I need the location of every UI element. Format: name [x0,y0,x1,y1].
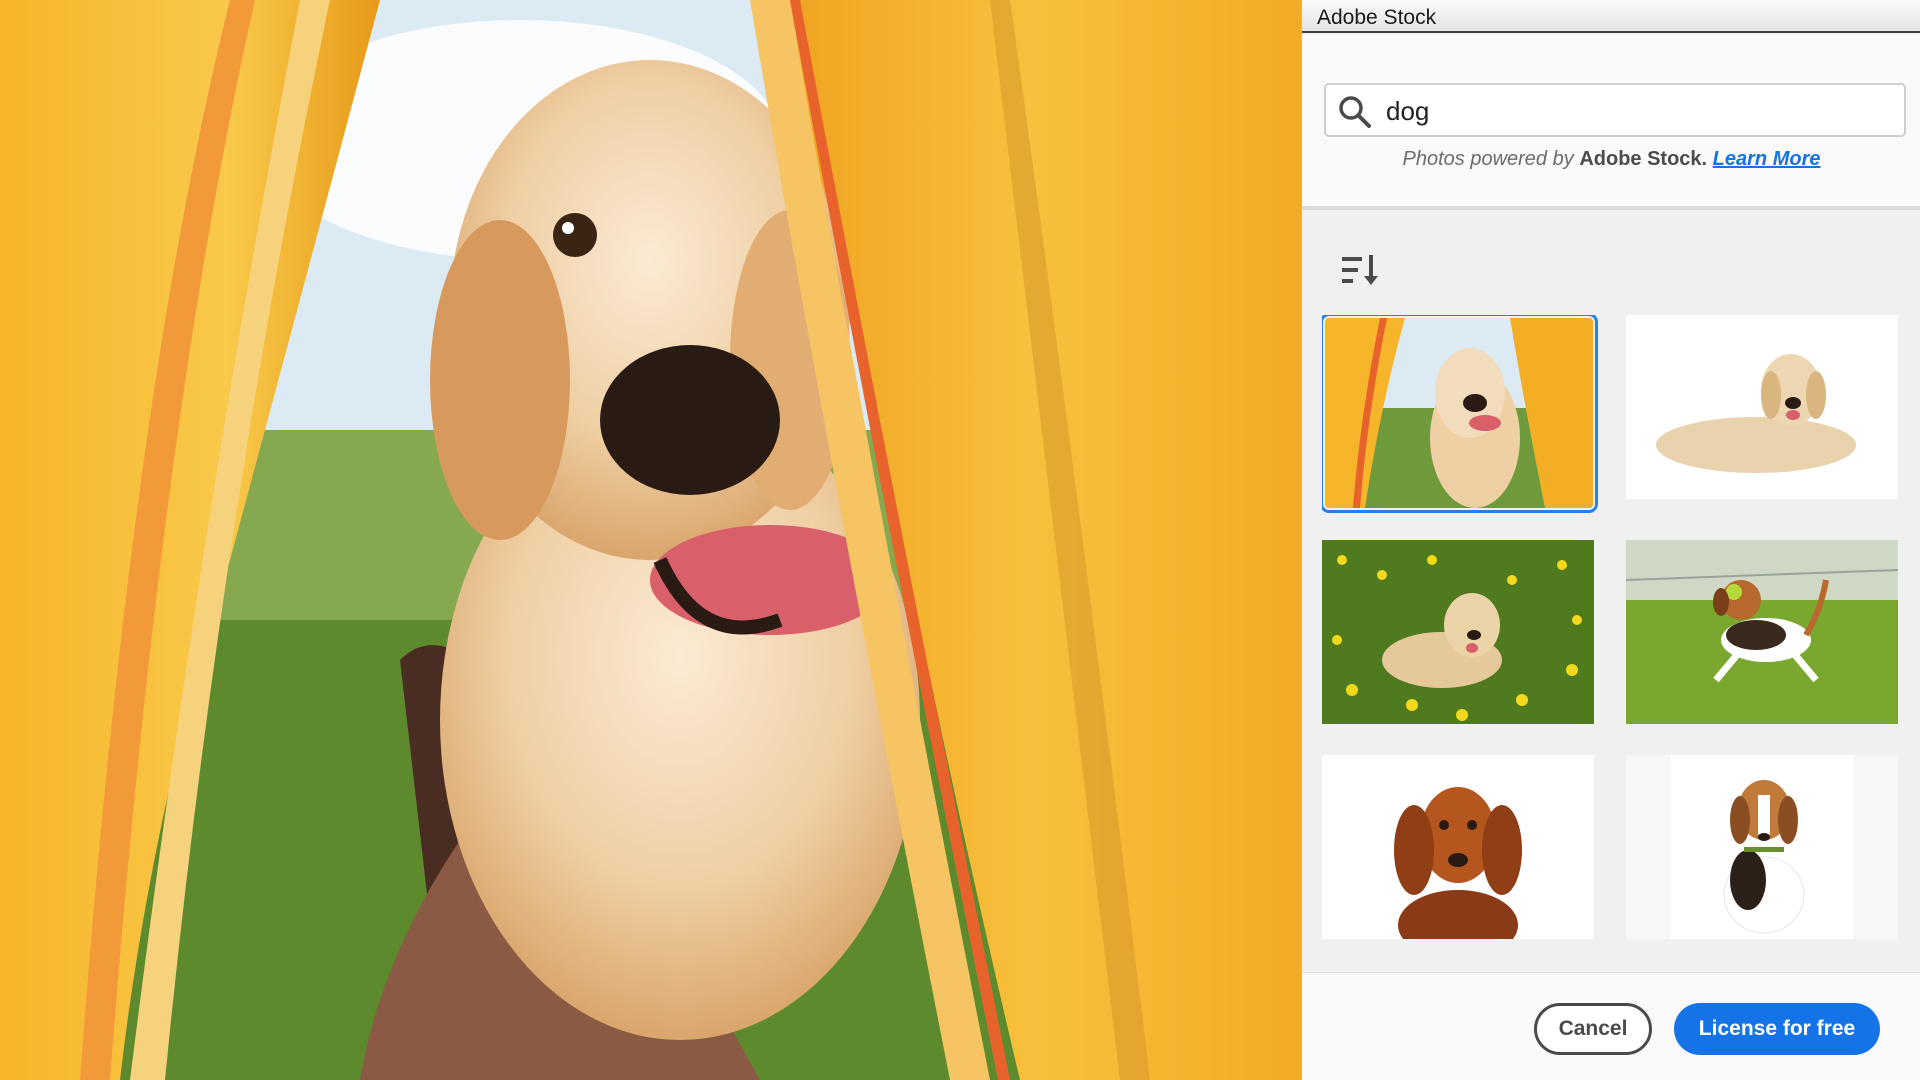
preview-canvas [0,0,1301,1080]
result-thumbnail-1[interactable] [1322,315,1598,513]
result-thumbnail-2[interactable] [1626,315,1898,499]
panel-titlebar: Adobe Stock [1302,0,1920,33]
learn-more-link[interactable]: Learn More [1713,148,1821,170]
result-thumbnail-6[interactable] [1626,755,1898,939]
sort-icon[interactable] [1342,254,1382,288]
powered-by-prefix: Photos powered by [1402,148,1574,170]
thumbnail-image [1325,318,1593,508]
search-area: Photos powered by Adobe Stock. Learn Mor… [1302,35,1920,210]
results-grid [1322,315,1902,970]
search-box[interactable] [1324,83,1906,137]
result-thumbnail-4[interactable] [1626,540,1898,724]
thumbnail-image [1626,755,1898,939]
cancel-button[interactable]: Cancel [1534,1003,1652,1055]
thumbnail-image [1322,540,1594,724]
result-thumbnail-5[interactable] [1322,755,1594,939]
powered-by-brand: Adobe Stock. [1579,148,1708,170]
license-for-free-button[interactable]: License for free [1674,1003,1880,1055]
thumbnail-image [1322,755,1594,939]
result-thumbnail-3[interactable] [1322,540,1594,724]
search-input[interactable] [1386,93,1886,129]
search-icon [1339,96,1371,128]
panel-title: Adobe Stock [1317,6,1437,29]
thumbnail-image [1626,315,1898,499]
adobe-stock-panel: Adobe Stock Photos powered by Adobe Stoc… [1301,0,1920,1080]
powered-by-line: Photos powered by Adobe Stock. Learn Mor… [1302,148,1920,171]
thumbnail-image [1626,540,1898,724]
preview-image [0,0,1301,1080]
panel-footer: Cancel License for free [1302,972,1920,1080]
